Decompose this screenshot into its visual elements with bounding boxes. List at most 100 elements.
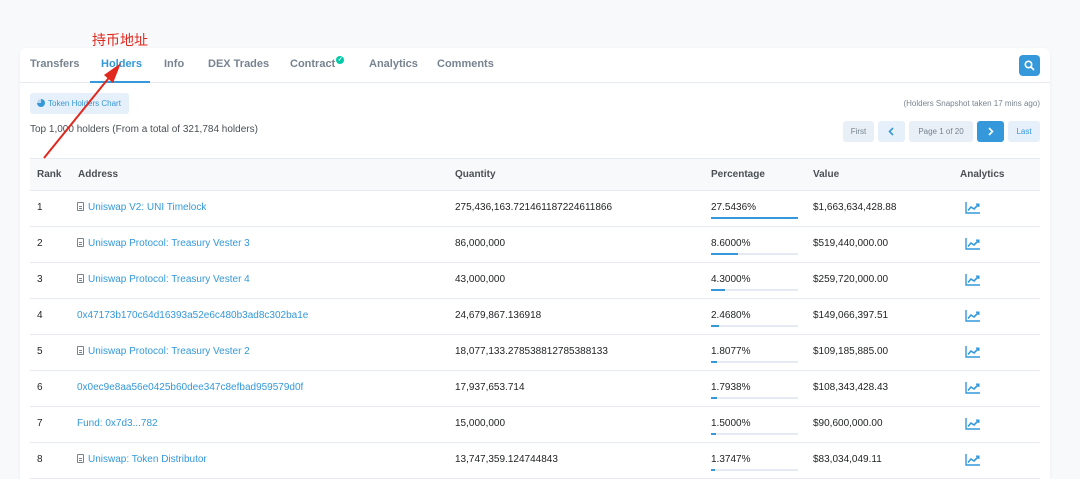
table-row: 2 Uniswap Protocol: Treasury Vester 3 86,0… <box>30 227 1040 263</box>
chart-line-icon[interactable] <box>965 237 981 250</box>
percentage-bar-fill <box>711 289 725 291</box>
row-rank: 3 <box>37 274 43 285</box>
row-address-link[interactable]: Uniswap: Token Distributor <box>77 454 207 465</box>
row-rank: 7 <box>37 418 43 429</box>
tab-holders[interactable]: Holders <box>101 58 142 70</box>
chart-line-icon[interactable] <box>965 309 981 322</box>
row-percentage: 1.3747% <box>711 454 751 465</box>
pager-page-indicator: Page 1 of 20 <box>909 121 973 142</box>
table-row: 7 Fund: 0x7d3...782 15,000,000 1.5000% $90,6… <box>30 407 1040 443</box>
row-rank: 1 <box>37 202 43 213</box>
row-value: $259,720,000.00 <box>813 274 889 285</box>
chart-line-icon[interactable] <box>965 273 981 286</box>
percentage-bar-fill <box>711 361 717 363</box>
percentage-bar <box>711 361 798 363</box>
tab-analytics[interactable]: Analytics <box>369 58 418 70</box>
table-row: 3 Uniswap Protocol: Treasury Vester 4 43,0… <box>30 263 1040 299</box>
row-quantity: 275,436,163.721461187224611866 <box>455 202 613 213</box>
row-quantity: 18,077,133.278538812785388133 <box>455 346 608 357</box>
contract-file-icon <box>77 454 84 463</box>
tab-contract-label: Contract <box>290 58 336 70</box>
row-address-link[interactable]: Uniswap V2: UNI Timelock <box>77 202 206 213</box>
holders-summary: Top 1,000 holders (From a total of 321,7… <box>30 124 258 135</box>
row-rank: 4 <box>37 310 43 321</box>
row-percentage: 27.5436% <box>711 202 757 213</box>
row-quantity: 43,000,000 <box>455 274 506 285</box>
row-percentage: 1.7938% <box>711 382 751 393</box>
row-value: $83,034,049.11 <box>813 454 882 465</box>
chart-line-icon[interactable] <box>965 381 981 394</box>
percentage-bar-fill <box>711 469 716 471</box>
row-percentage: 1.5000% <box>711 418 751 429</box>
holders-card: Transfers Holders Info DEX Trades Contra… <box>20 48 1050 479</box>
row-address-link[interactable]: 0x47173b170c64d16393a52e6c480b3ad8c302ba… <box>77 310 308 321</box>
row-value: $90,600,000.00 <box>813 418 883 429</box>
contract-file-icon <box>77 238 84 247</box>
contract-file-icon <box>77 346 84 355</box>
percentage-bar-fill <box>711 433 716 435</box>
table-row: 1 Uniswap V2: UNI Timelock 275,436,163.721… <box>30 191 1040 227</box>
row-address: 0x0ec9e8aa56e0425b60dee347c8efbad959579d… <box>77 382 304 393</box>
header-address: Address <box>78 169 119 180</box>
row-rank: 2 <box>37 238 43 249</box>
row-value: $519,440,000.00 <box>813 238 889 249</box>
row-percentage: 8.6000% <box>711 238 751 249</box>
percentage-bar <box>711 397 798 399</box>
row-rank: 6 <box>37 382 43 393</box>
chart-line-icon[interactable] <box>965 345 981 358</box>
row-address: Uniswap: Token Distributor <box>88 454 207 465</box>
row-quantity: 15,000,000 <box>455 418 506 429</box>
row-address-link[interactable]: Uniswap Protocol: Treasury Vester 2 <box>77 346 250 357</box>
pie-chart-icon <box>37 99 45 107</box>
percentage-bar <box>711 325 798 327</box>
row-quantity: 24,679,867.136918 <box>455 310 542 321</box>
chart-line-icon[interactable] <box>965 453 981 466</box>
row-address-link[interactable]: Uniswap Protocol: Treasury Vester 4 <box>77 274 250 285</box>
row-rank: 5 <box>37 346 43 357</box>
pager-last-button[interactable]: Last <box>1008 121 1040 142</box>
contract-file-icon <box>77 274 84 283</box>
header-analytics: Analytics <box>960 169 1005 180</box>
token-holders-chart-label: Token Holders Chart <box>48 99 121 108</box>
table-row: 6 0x0ec9e8aa56e0425b60dee347c8efbad959579… <box>30 371 1040 407</box>
token-holders-chart-button[interactable]: Token Holders Chart <box>30 93 129 114</box>
percentage-bar <box>711 253 798 255</box>
snapshot-note: (Holders Snapshot taken 17 mins ago) <box>903 99 1040 108</box>
row-value: $149,066,397.51 <box>813 310 889 321</box>
percentage-bar <box>711 433 798 435</box>
search-button[interactable] <box>1019 55 1040 76</box>
row-address: Uniswap Protocol: Treasury Vester 2 <box>88 346 250 357</box>
row-value: $1,663,634,428.88 <box>813 202 897 213</box>
pager-prev-button[interactable] <box>878 121 905 142</box>
row-address-link[interactable]: 0x0ec9e8aa56e0425b60dee347c8efbad959579d… <box>77 382 303 393</box>
tab-bar: Transfers Holders Info DEX Trades Contra… <box>20 48 1050 83</box>
percentage-bar <box>711 469 798 471</box>
table-row: 8 Uniswap: Token Distributor 13,747,359.12… <box>30 443 1040 479</box>
chart-line-icon[interactable] <box>965 417 981 430</box>
row-address: 0x47173b170c64d16393a52e6c480b3ad8c302ba… <box>77 310 309 321</box>
row-address-link[interactable]: Fund: 0x7d3...782 <box>77 418 158 429</box>
row-value: $108,343,428.43 <box>813 382 889 393</box>
tab-comments[interactable]: Comments <box>437 58 494 70</box>
row-address: Uniswap Protocol: Treasury Vester 4 <box>88 274 250 285</box>
tab-dex-trades[interactable]: DEX Trades <box>208 58 269 70</box>
table-row: 5 Uniswap Protocol: Treasury Vester 2 18,0… <box>30 335 1040 371</box>
percentage-bar-fill <box>711 397 717 399</box>
pager-first-button[interactable]: First <box>843 121 874 142</box>
pager-next-button[interactable] <box>977 121 1004 142</box>
percentage-bar <box>711 217 798 219</box>
row-percentage: 4.3000% <box>711 274 751 285</box>
tab-info[interactable]: Info <box>164 58 184 70</box>
active-tab-indicator <box>90 81 150 83</box>
row-address-link[interactable]: Uniswap Protocol: Treasury Vester 3 <box>77 238 250 249</box>
search-icon <box>1024 60 1035 71</box>
header-quantity: Quantity <box>455 169 496 180</box>
tab-transfers[interactable]: Transfers <box>30 58 80 70</box>
row-percentage: 1.8077% <box>711 346 751 357</box>
row-quantity: 13,747,359.124744843 <box>455 454 558 465</box>
chart-line-icon[interactable] <box>965 201 981 214</box>
row-address: Fund: 0x7d3...782 <box>77 418 158 429</box>
percentage-bar-fill <box>711 253 739 255</box>
tab-contract[interactable]: Contract ✓ <box>290 56 345 70</box>
header-percentage: Percentage <box>711 169 765 180</box>
